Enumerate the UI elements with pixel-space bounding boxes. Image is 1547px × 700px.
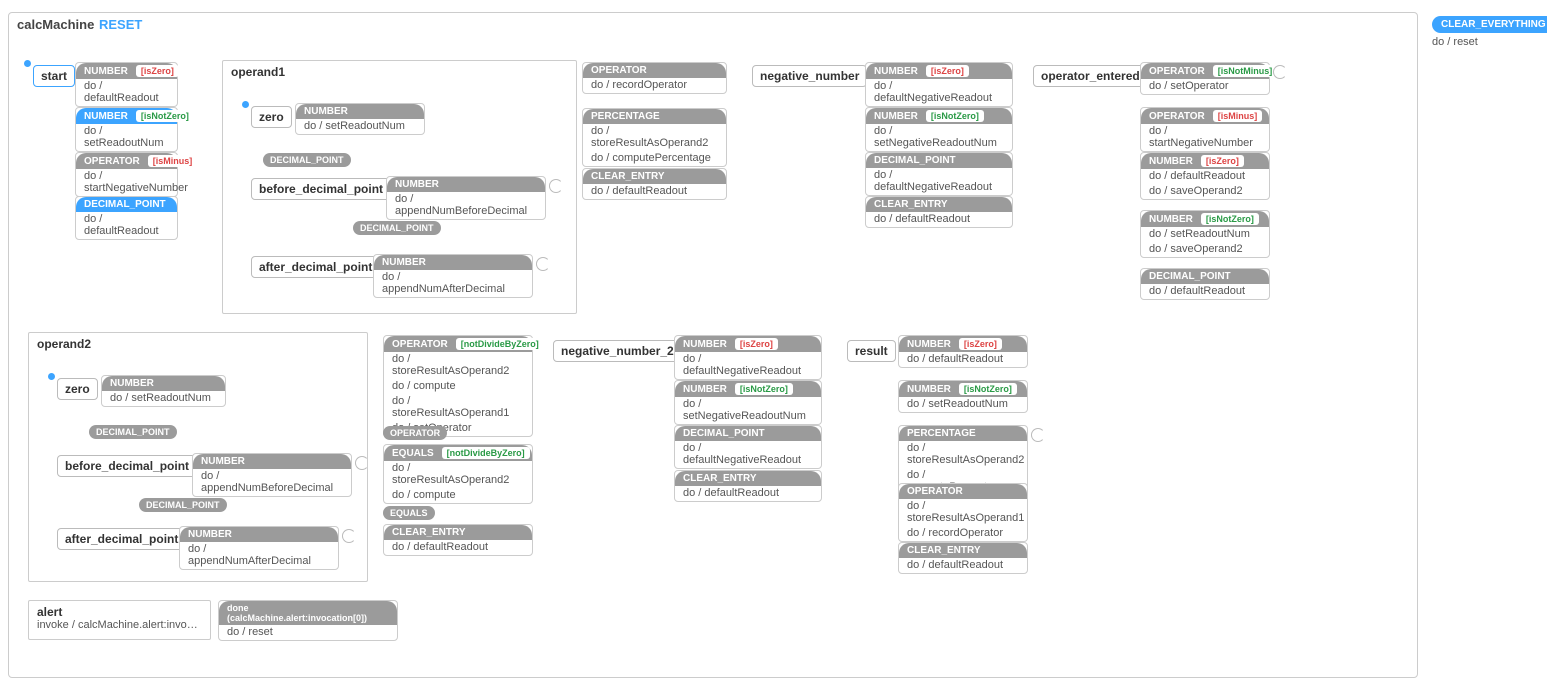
op2-zero-number[interactable]: NUMBER do / setReadoutNum [101,375,226,407]
state-operand1-adp[interactable]: after_decimal_point [251,256,380,278]
op2-equals-ndbz[interactable]: EQUALS[notDivideByZero] do / storeResult… [383,444,533,504]
start-number-isnotzero[interactable]: NUMBER[isNotZero] do / setReadoutNum [75,107,178,152]
neg-dp[interactable]: DECIMAL_POINT do / defaultNegativeReadou… [865,152,1013,196]
start-decimal-point[interactable]: DECIMAL_POINT do / defaultReadout [75,196,178,240]
neg2-clear-entry[interactable]: CLEAR_ENTRY do / defaultReadout [674,470,822,502]
state-negative-number-2[interactable]: negative_number_2 [553,340,682,362]
event-clear-everything[interactable]: CLEAR_EVERYTHING [1432,16,1547,33]
self-loop-icon [1031,428,1045,442]
state-operand1-zero[interactable]: zero [251,106,292,128]
state-result[interactable]: result [847,340,896,362]
start-number-iszero[interactable]: NUMBER[isZero] do / defaultReadout [75,62,178,107]
op1-bdp-dp[interactable]: DECIMAL_POINT [353,221,441,235]
op2-clear-entry[interactable]: CLEAR_ENTRY do / defaultReadout [383,524,533,556]
state-negative-number[interactable]: negative_number [752,65,867,87]
op2-zero-dp[interactable]: DECIMAL_POINT [89,425,177,439]
state-operand2-bdp[interactable]: before_decimal_point [57,455,197,477]
op2-equals[interactable]: EQUALS [383,506,435,520]
self-loop-icon [549,179,563,193]
self-loop-icon [1273,65,1287,79]
result-clear-entry[interactable]: CLEAR_ENTRY do / defaultReadout [898,542,1028,574]
state-operand1[interactable]: operand1 zero NUMBER do / setReadoutNum … [222,60,577,314]
op2-bdp-dp[interactable]: DECIMAL_POINT [139,498,227,512]
alert-done[interactable]: done (calcMachine.alert:invocation[0]) d… [218,600,398,641]
op1-adp-number[interactable]: NUMBER do / appendNumAfterDecimal [373,254,533,298]
self-loop-icon [342,529,356,543]
reset-button[interactable]: RESET [99,17,142,32]
state-operand2-adp[interactable]: after_decimal_point [57,528,186,550]
opent-number-isnotzero[interactable]: NUMBER[isNotZero] do / setReadoutNum do … [1140,210,1270,258]
state-alert[interactable]: alert invoke / calcMachine.alert:invocat… [28,600,211,640]
opent-operator-notminus[interactable]: OPERATOR[isNotMinus] do / setOperator [1140,62,1270,95]
neg2-number-iszero[interactable]: NUMBER[isZero] do / defaultNegativeReado… [674,335,822,380]
op2-adp-number[interactable]: NUMBER do / appendNumAfterDecimal [179,526,339,570]
result-number-isnotzero[interactable]: NUMBER[isNotZero] do / setReadoutNum [898,380,1028,413]
op1-zero-number[interactable]: NUMBER do / setReadoutNum [295,103,425,135]
action-reset: do / reset [1432,36,1478,48]
neg2-number-isnotzero[interactable]: NUMBER[isNotZero] do / setNegativeReadou… [674,380,822,425]
opent-operator-isminus[interactable]: OPERATOR[isMinus] do / startNegativeNumb… [1140,107,1270,152]
opent-dp[interactable]: DECIMAL_POINT do / defaultReadout [1140,268,1270,300]
result-number-iszero[interactable]: NUMBER[isZero] do / defaultReadout [898,335,1028,368]
op1-bdp-number[interactable]: NUMBER do / appendNumBeforeDecimal [386,176,546,220]
state-operator-entered[interactable]: operator_entered [1033,65,1148,87]
op1-clear-entry[interactable]: CLEAR_ENTRY do / defaultReadout [582,168,727,200]
state-operand2-zero[interactable]: zero [57,378,98,400]
op1-zero-dp[interactable]: DECIMAL_POINT [263,153,351,167]
op2-bdp-number[interactable]: NUMBER do / appendNumBeforeDecimal [192,453,352,497]
state-operand2[interactable]: operand2 zero NUMBER do / setReadoutNum … [28,332,368,582]
neg2-dp[interactable]: DECIMAL_POINT do / defaultNegativeReadou… [674,425,822,469]
start-operator-isminus[interactable]: OPERATOR[isMinus] do / startNegativeNumb… [75,152,178,197]
machine-title: calcMachine [17,17,94,32]
neg-number-isnotzero[interactable]: NUMBER[isNotZero] do / setNegativeReadou… [865,107,1013,152]
op2-operator[interactable]: OPERATOR [383,426,447,440]
self-loop-icon [355,456,369,470]
statechart-canvas: calcMachine RESET CLEAR_EVERYTHING do / … [0,0,1547,700]
opent-number-iszero[interactable]: NUMBER[isZero] do / defaultReadout do / … [1140,152,1270,200]
state-start[interactable]: start [33,65,75,87]
neg-clear-entry[interactable]: CLEAR_ENTRY do / defaultReadout [865,196,1013,228]
neg-number-iszero[interactable]: NUMBER[isZero] do / defaultNegativeReado… [865,62,1013,107]
state-operand1-bdp[interactable]: before_decimal_point [251,178,391,200]
result-operator[interactable]: OPERATOR do / storeResultAsOperand1 do /… [898,483,1028,542]
self-loop-icon [536,257,550,271]
op2-operator-ndbz[interactable]: OPERATOR[notDivideByZero] do / storeResu… [383,335,533,437]
op1-percentage[interactable]: PERCENTAGE do / storeResultAsOperand2 do… [582,108,727,167]
op1-operator[interactable]: OPERATOR do / recordOperator [582,62,727,94]
